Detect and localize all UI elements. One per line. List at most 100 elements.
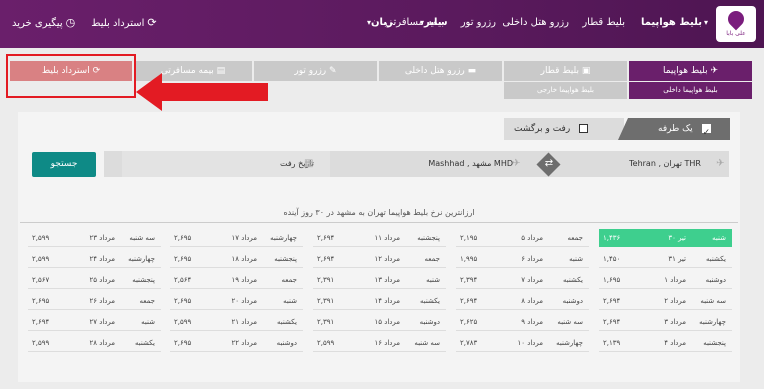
chevron-down-icon: ▾ [703, 18, 708, 27]
tab-tour-label: رزرو تور [294, 66, 327, 76]
fare-date: ۳ مرداد [664, 318, 686, 326]
destination-field[interactable]: Mashhad , مشهد MHD [334, 151, 529, 177]
tab-train[interactable]: بلیط قطار ▣ [504, 61, 627, 81]
nav-language[interactable]: ▾زبان [365, 17, 393, 28]
fare-day: شنبه [283, 297, 297, 305]
fare-cell[interactable]: ۲,۶۹۵ ۲۶ مرداد جمعه [28, 292, 161, 310]
fare-cell[interactable]: ۲,۶۹۵ ۱۸ مرداد پنجشنبه [170, 250, 303, 268]
fare-cell[interactable]: ۲,۶۹۴ ۸ مرداد دوشنبه [456, 292, 589, 310]
fare-cell[interactable]: ۲,۷۸۳ ۱۰ مرداد چهارشنبه [456, 334, 589, 352]
fare-cell[interactable]: ۲,۵۹۹ ۲۳ مرداد سه شنبه [28, 229, 161, 247]
one-way-option[interactable]: یک طرفه [618, 118, 730, 140]
fare-date: ۸ مرداد [521, 297, 543, 305]
fare-cell[interactable]: ۲,۶۹۴ ۳ مرداد چهارشنبه [599, 313, 732, 331]
fare-date: ۲۷ مرداد [89, 318, 115, 326]
nav-flight[interactable]: بلیط هواپیما ▾ [641, 17, 708, 28]
fare-day: سه شنبه [557, 318, 583, 326]
fare-date: ۳۰ تیر [668, 234, 686, 242]
fare-price: ۲,۶۹۴ [317, 255, 335, 263]
fare-price: ۲,۳۹۱ [317, 276, 335, 284]
one-way-label: یک طرفه [658, 124, 693, 134]
fare-cell[interactable]: ۱,۴۳۶ ۳۰ تیر شنبه [599, 229, 732, 247]
landing-icon: ✈ [512, 158, 521, 169]
fare-date: ۱۹ مرداد [231, 276, 257, 284]
top-navigation-bar: علی بابا بلیط هواپیما ▾ بلیط قطار رزرو هت… [0, 0, 764, 48]
fare-price: ۱,۹۹۵ [460, 255, 478, 263]
fare-price: ۲,۶۹۴ [603, 318, 621, 326]
one-way-checkbox[interactable] [701, 122, 711, 140]
fare-cell[interactable]: ۲,۳۹۱ ۱۴ مرداد یکشنبه [313, 292, 446, 310]
tab-hotel-label: رزرو هتل داخلی [404, 66, 465, 76]
fare-cell[interactable]: ۱,۹۹۵ ۶ مرداد شنبه [456, 250, 589, 268]
fare-cell[interactable]: ۱,۶۹۵ ۱ مرداد دوشنبه [599, 271, 732, 289]
round-trip-option[interactable]: رفت و برگشت [504, 118, 624, 140]
subtab-domestic[interactable]: بلیط هواپیما داخلی [629, 82, 752, 99]
swap-icon: ⇄ [544, 158, 554, 169]
fare-cell[interactable]: ۲,۶۹۴ ۱۲ مرداد جمعه [313, 250, 446, 268]
fare-date: ۱۸ مرداد [231, 255, 257, 263]
origin-value: Tehran , تهران THR [629, 159, 701, 168]
fare-date: ۲۴ مرداد [89, 255, 115, 263]
fare-cell[interactable]: ۲,۱۳۹ ۴ مرداد پنجشنبه [599, 334, 732, 352]
tab-insurance-label: بیمه مسافرتی [160, 66, 214, 76]
search-bar: تاریخ رفت Mashhad , مشهد MHD ⇄ Tehran , … [104, 151, 729, 177]
fare-price: ۲,۵۹۹ [317, 339, 335, 347]
fare-cell[interactable]: ۱,۴۵۰ ۳۱ تیر یکشنبه [599, 250, 732, 268]
fare-price: ۲,۶۹۵ [174, 339, 192, 347]
fare-cell[interactable]: ۲,۶۹۴ ۲ مرداد سه شنبه [599, 292, 732, 310]
fare-cell[interactable]: ۲,۵۹۹ ۲۱ مرداد یکشنبه [170, 313, 303, 331]
fare-cell[interactable]: ۲,۱۹۵ ۵ مرداد جمعه [456, 229, 589, 247]
search-button[interactable]: جستجو [32, 152, 96, 177]
fare-day: سه شنبه [414, 339, 440, 347]
fare-date: ۱۳ مرداد [374, 276, 400, 284]
tab-tour[interactable]: رزرو تور ✎ [254, 61, 377, 81]
fare-price: ۲,۶۹۵ [174, 255, 192, 263]
nav-other[interactable]: ▾سایر [418, 17, 448, 28]
refund-link[interactable]: استرداد بلیط ⟳ [91, 16, 156, 29]
airplane-icon: ✈ [710, 66, 719, 76]
round-trip-checkbox[interactable] [579, 124, 589, 133]
subtab-foreign[interactable]: بلیط هواپیما خارجی [504, 82, 627, 99]
bed-icon: ▬ [467, 66, 477, 76]
fare-date: ۱۲ مرداد [374, 255, 400, 263]
fare-cell[interactable]: ۲,۶۹۵ ۲۲ مرداد دوشنبه [170, 334, 303, 352]
fare-date: ۱۱ مرداد [374, 234, 400, 242]
fare-date: ۲۶ مرداد [89, 297, 115, 305]
tab-flight[interactable]: بلیط هواپیما ✈ [629, 61, 752, 81]
fare-cell[interactable]: ۲,۶۲۵ ۹ مرداد سه شنبه [456, 313, 589, 331]
fare-cell[interactable]: ۲,۶۹۵ ۲۰ مرداد شنبه [170, 292, 303, 310]
fare-cell[interactable]: ۲,۵۹۹ ۱۶ مرداد سه شنبه [313, 334, 446, 352]
fare-cell[interactable]: ۲,۳۹۱ ۱۵ مرداد دوشنبه [313, 313, 446, 331]
fare-cell[interactable]: ۲,۶۹۴ ۲۷ مرداد شنبه [28, 313, 161, 331]
fare-date: ۲۵ مرداد [89, 276, 115, 284]
fare-day: شنبه [712, 234, 726, 242]
logo[interactable]: علی بابا [716, 6, 756, 42]
logo-text: علی بابا [726, 30, 746, 37]
fare-cell[interactable]: ۲,۳۹۱ ۱۳ مرداد شنبه [313, 271, 446, 289]
fare-price: ۱,۴۵۰ [603, 255, 621, 263]
fare-day: جمعه [139, 297, 155, 305]
fare-cell[interactable]: ۲,۵۶۷ ۲۵ مرداد پنجشنبه [28, 271, 161, 289]
fare-price: ۱,۶۹۵ [603, 276, 621, 284]
tab-hotel[interactable]: رزرو هتل داخلی ▬ [379, 61, 502, 81]
fare-cell[interactable]: ۲,۳۹۴ ۷ مرداد یکشنبه [456, 271, 589, 289]
fare-day: چهارشنبه [270, 234, 297, 242]
fare-cell[interactable]: ۲,۵۹۹ ۲۴ مرداد چهارشنبه [28, 250, 161, 268]
nav-tour[interactable]: رزرو تور [461, 17, 496, 28]
fare-date: ۲۱ مرداد [231, 318, 257, 326]
fare-cell[interactable]: ۲,۶۹۵ ۱۷ مرداد چهارشنبه [170, 229, 303, 247]
fare-date: ۳۱ تیر [668, 255, 686, 263]
fare-cell[interactable]: ۲,۵۹۹ ۲۸ مرداد یکشنبه [28, 334, 161, 352]
fare-price: ۲,۵۶۴ [174, 276, 192, 284]
fare-cell[interactable]: ۲,۵۶۴ ۱۹ مرداد جمعه [170, 271, 303, 289]
origin-field[interactable]: Tehran , تهران THR [564, 151, 729, 177]
track-purchase-link[interactable]: پیگیری خرید ◷ [12, 16, 75, 29]
depart-date-field[interactable]: تاریخ رفت [122, 151, 330, 177]
fare-cell[interactable]: ۲,۶۹۴ ۱۱ مرداد پنجشنبه [313, 229, 446, 247]
fare-date: ۲۰ مرداد [231, 297, 257, 305]
fare-price: ۲,۵۹۹ [32, 255, 50, 263]
fare-day: یکشنبه [134, 339, 155, 347]
nav-hotel[interactable]: رزرو هتل داخلی [502, 17, 569, 28]
nav-train[interactable]: بلیط قطار [582, 17, 625, 28]
fare-day: سه شنبه [129, 234, 155, 242]
